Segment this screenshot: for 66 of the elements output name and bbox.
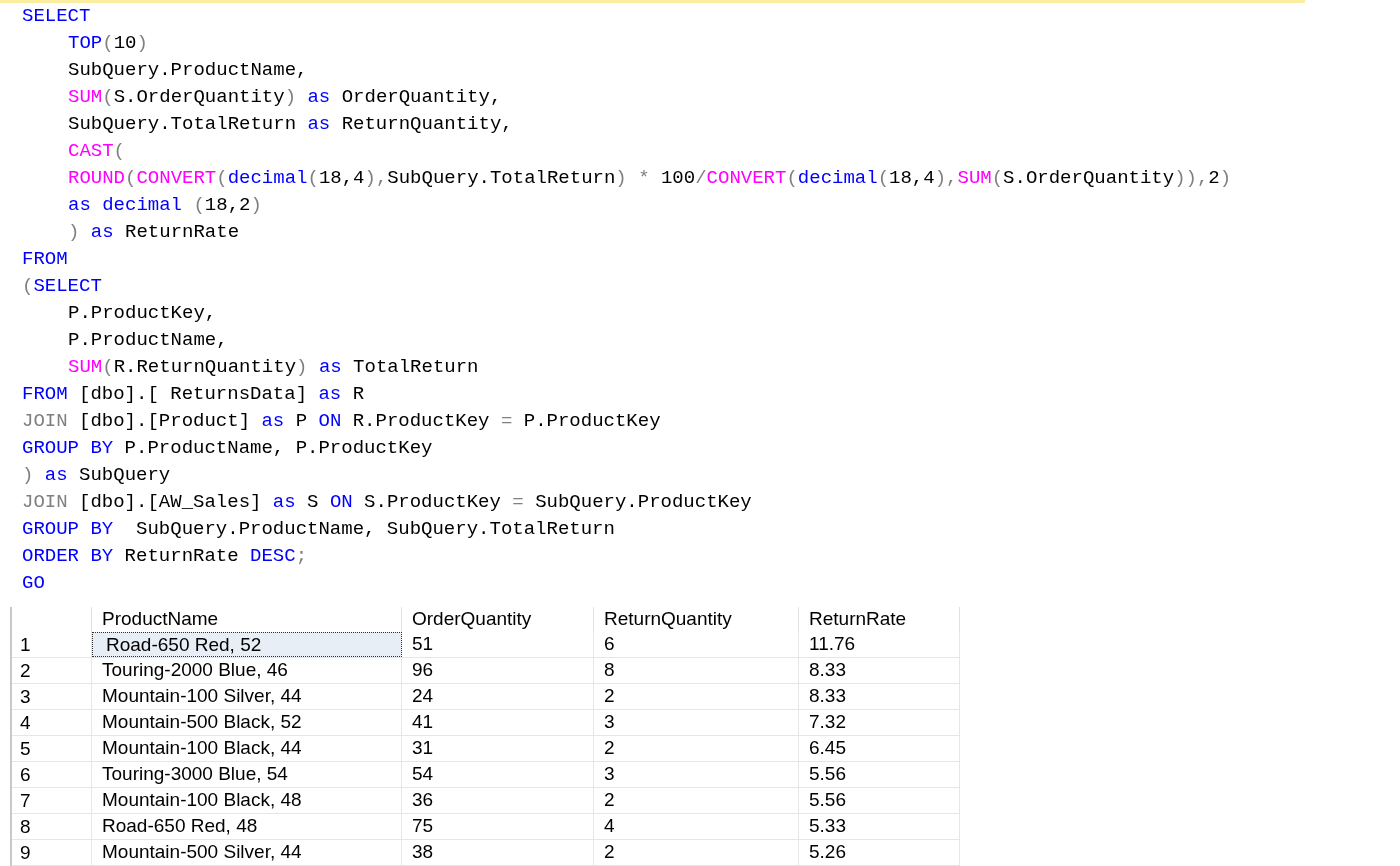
table-cell[interactable]: 54	[402, 762, 594, 787]
code-line: JOIN [dbo].[Product] as P ON R.ProductKey = P.ProductKey	[21, 409, 661, 434]
row-number: 5	[12, 736, 92, 761]
row-number: 7	[12, 788, 92, 813]
table-cell[interactable]: 6	[594, 632, 799, 657]
table-cell[interactable]: Mountain-100 Silver, 44	[92, 684, 402, 709]
table-cell[interactable]: Mountain-100 Black, 44	[92, 736, 402, 761]
table-cell[interactable]: 51	[402, 632, 594, 657]
table-cell[interactable]: 2	[594, 788, 799, 813]
table-cell[interactable]: Road-650 Red, 48	[92, 814, 402, 839]
code-line: SELECT	[21, 4, 91, 29]
row-number: 9	[12, 840, 92, 865]
code-line: JOIN [dbo].[AW_Sales] as S ON S.ProductKey = SubQuery.ProductKey	[21, 490, 752, 515]
code-line: as decimal (18,2)	[67, 193, 262, 218]
code-line: ) as SubQuery	[21, 463, 171, 488]
table-cell[interactable]: 8.33	[799, 684, 960, 709]
table-cell[interactable]: 41	[402, 710, 594, 735]
code-line: CAST(	[67, 139, 125, 164]
row-number: 4	[12, 710, 92, 735]
code-line: SUM(R.ReturnQuantity) as TotalReturn	[67, 355, 479, 380]
code-line: GROUP BY SubQuery.ProductName, SubQuery.TotalReturn	[21, 517, 615, 542]
table-cell[interactable]: Touring-2000 Blue, 46	[92, 658, 402, 683]
table-cell[interactable]: 6.45	[799, 736, 960, 761]
table-cell[interactable]: 2	[594, 840, 799, 865]
code-line: TOP(10)	[67, 31, 148, 56]
code-line: (SELECT	[21, 274, 102, 299]
code-line: GO	[21, 571, 45, 596]
code-line: ) as ReturnRate	[67, 220, 240, 245]
code-line: FROM [dbo].[ ReturnsData] as R	[21, 382, 365, 407]
table-cell[interactable]: 36	[402, 788, 594, 813]
code-line: P.ProductName,	[67, 328, 228, 353]
table-cell[interactable]: Road-650 Red, 52	[92, 632, 402, 657]
table-cell[interactable]: 7.32	[799, 710, 960, 735]
row-number: 8	[12, 814, 92, 839]
row-number: 3	[12, 684, 92, 709]
table-cell[interactable]: 31	[402, 736, 594, 761]
table-cell[interactable]: 5.26	[799, 840, 960, 865]
table-cell[interactable]: 4	[594, 814, 799, 839]
table-cell[interactable]: 5.56	[799, 762, 960, 787]
code-line: SubQuery.ProductName,	[67, 58, 308, 83]
table-cell[interactable]: 3	[594, 762, 799, 787]
table-cell[interactable]: 24	[402, 684, 594, 709]
table-cell[interactable]: 8	[594, 658, 799, 683]
table-cell[interactable]: 5.33	[799, 814, 960, 839]
table-cell[interactable]: Mountain-500 Silver, 44	[92, 840, 402, 865]
table-cell[interactable]: 5.56	[799, 788, 960, 813]
table-cell[interactable]: 38	[402, 840, 594, 865]
table-cell[interactable]: 75	[402, 814, 594, 839]
code-line: P.ProductKey,	[67, 301, 217, 326]
code-line: SUM(S.OrderQuantity) as OrderQuantity,	[67, 85, 502, 110]
table-cell[interactable]: Touring-3000 Blue, 54	[92, 762, 402, 787]
code-line: ROUND(CONVERT(decimal(18,4),SubQuery.TotalReturn) * 100/CONVERT(decimal(18,4),SUM(S.OrderQuantity)),2)	[67, 166, 1232, 191]
code-line: SubQuery.TotalReturn as ReturnQuantity,	[67, 112, 513, 137]
table-cell[interactable]: 2	[594, 736, 799, 761]
table-cell[interactable]: Mountain-500 Black, 52	[92, 710, 402, 735]
code-line: ORDER BY ReturnRate DESC;	[21, 544, 308, 569]
row-number: 6	[12, 762, 92, 787]
table-cell[interactable]: 8.33	[799, 658, 960, 683]
table-cell[interactable]: Mountain-100 Black, 48	[92, 788, 402, 813]
table-cell[interactable]: 3	[594, 710, 799, 735]
code-line: GROUP BY P.ProductName, P.ProductKey	[21, 436, 433, 461]
table-cell[interactable]: 11.76	[799, 632, 960, 657]
code-line: FROM	[21, 247, 68, 272]
table-cell[interactable]: 2	[594, 684, 799, 709]
row-number: 2	[12, 658, 92, 683]
table-cell[interactable]: 96	[402, 658, 594, 683]
